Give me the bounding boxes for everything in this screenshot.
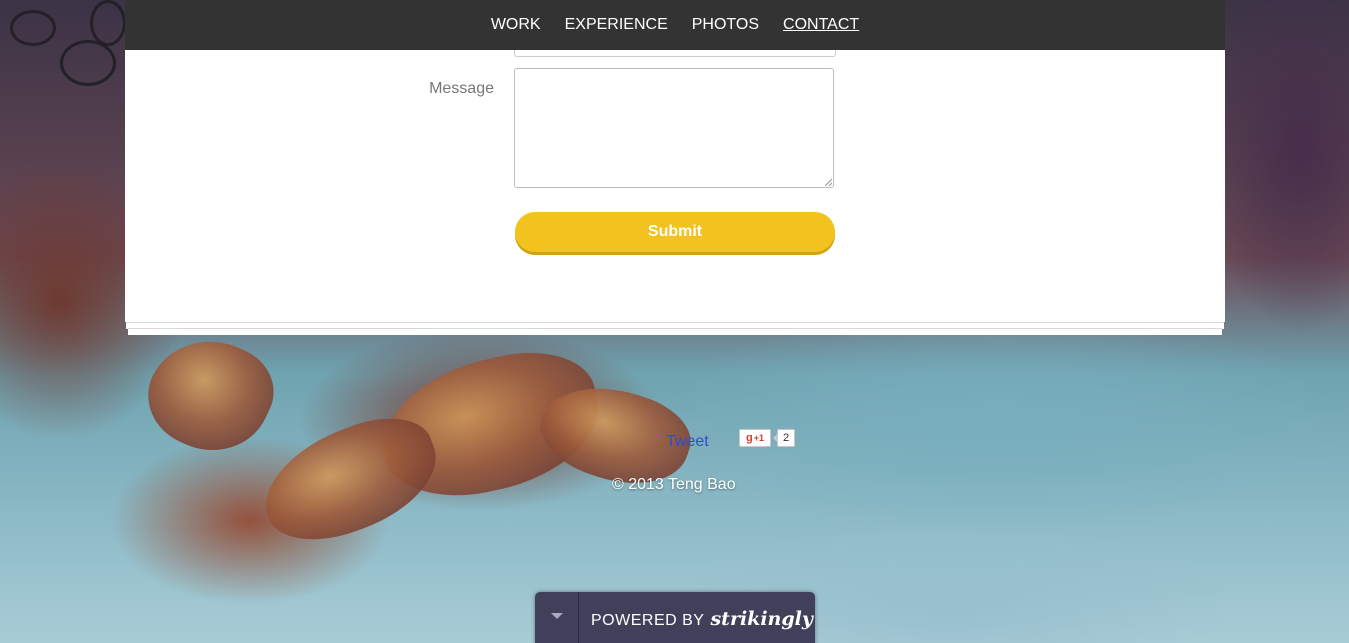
chevron-down-icon [550,613,563,619]
tweet-link[interactable]: Tweet [666,433,709,451]
google-plus-button[interactable]: g +1 [739,429,771,447]
message-textarea[interactable] [514,68,834,188]
nav-item-contact[interactable]: CONTACT [783,16,859,34]
nav-item-work[interactable]: WORK [491,16,541,34]
powered-by-link[interactable]: POWERED BY strikingly [579,592,813,643]
google-plus-label: +1 [753,433,764,443]
nav-item-photos[interactable]: PHOTOS [692,16,759,34]
wire-decoration [10,10,56,46]
copyright-text: © 2013 Teng Bao [612,476,736,493]
card-stack-edge [128,328,1222,335]
resize-handle-icon[interactable] [825,179,832,186]
nav-item-experience[interactable]: EXPERIENCE [565,16,668,34]
submit-button[interactable]: Submit [515,212,835,252]
google-plus-count: 2 [772,429,796,447]
message-label: Message [429,80,494,97]
leaf-decoration [248,402,452,558]
wire-decoration [90,0,126,46]
google-plus-widget: g +1 2 [739,429,796,447]
strikingly-logo: strikingly [710,608,813,630]
badge-collapse-button[interactable] [535,592,579,643]
wire-decoration [60,40,116,86]
top-navigation: WORK EXPERIENCE PHOTOS CONTACT [125,0,1225,50]
google-plus-icon: g [746,432,753,444]
leaf-decoration [132,319,288,471]
powered-by-prefix: POWERED BY [591,612,705,629]
powered-by-badge: POWERED BY strikingly [535,592,815,643]
